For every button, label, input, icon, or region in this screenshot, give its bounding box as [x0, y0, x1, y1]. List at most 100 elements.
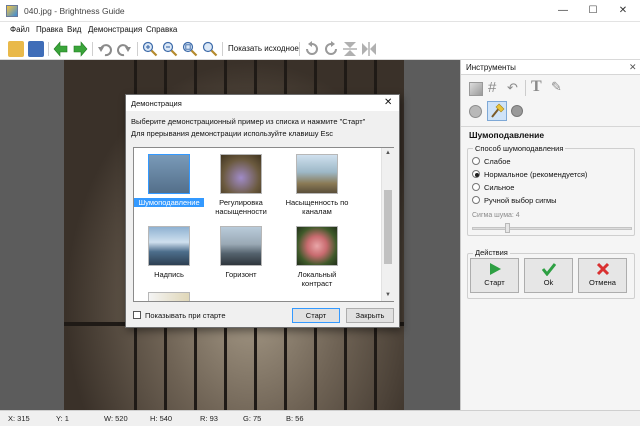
dialog-close-icon[interactable]: ✕ [384, 97, 392, 108]
status-green: G: 75 [243, 414, 262, 423]
menu-edit[interactable]: Правка [36, 25, 63, 34]
dialog-title: Демонстрация [131, 99, 182, 108]
demo-item-label: Горизонт [225, 270, 257, 279]
demo-thumbnail [220, 154, 262, 194]
sigma-label: Сигма шума: 4 [472, 212, 520, 219]
toolbar-separator [299, 42, 300, 56]
window-title: 040.jpg - Brightness Guide [24, 6, 125, 16]
sigma-slider-thumb[interactable] [505, 223, 510, 233]
radio-circle [472, 170, 480, 178]
toolbar-separator [137, 42, 138, 56]
demo-thumbnail-partial [148, 292, 190, 301]
zoom-actual-icon[interactable] [202, 41, 218, 57]
rotate-left-icon[interactable] [304, 41, 320, 57]
minimize-button[interactable]: — [548, 0, 578, 22]
menu-help[interactable]: Справка [146, 25, 177, 34]
rotate-right-icon[interactable] [323, 41, 339, 57]
dialog-close-button[interactable]: Закрыть [346, 308, 394, 323]
close-window-button[interactable]: ✕ [608, 0, 638, 22]
dialog-title-bar: Демонстрация ✕ [126, 95, 399, 111]
show-original-button[interactable]: Показать исходное [228, 44, 299, 53]
demo-thumbnail [148, 226, 190, 266]
cancel-action-button[interactable]: Отмена [578, 258, 627, 293]
effects-icon[interactable] [511, 105, 523, 117]
menu-bar: Файл Правка Вид Демонстрация Справка [0, 22, 640, 38]
panel-title: Инструменты [466, 63, 516, 72]
tool-title: Шумоподавление [469, 130, 545, 140]
wrench-icon[interactable]: ✎ [551, 79, 562, 94]
demo-thumbnail [296, 226, 338, 266]
cross-icon [596, 262, 609, 276]
crop-icon[interactable] [469, 82, 483, 96]
demo-item-caption[interactable]: Надпись [134, 226, 204, 286]
grid-icon[interactable]: # [488, 80, 496, 95]
scrollbar-thumb[interactable] [384, 190, 392, 264]
dialog-start-button[interactable]: Старт [292, 308, 340, 323]
menu-view[interactable]: Вид [67, 25, 81, 34]
demo-list-scrollbar[interactable]: ▲ ▼ [381, 148, 394, 301]
brush-icon[interactable] [469, 105, 482, 118]
radio-label: Нормальное (рекомендуется) [484, 170, 588, 179]
panel-close-icon[interactable]: ✕ [629, 62, 637, 73]
redo-icon[interactable] [116, 41, 132, 57]
scroll-up-icon[interactable]: ▲ [385, 150, 391, 156]
radio-weak[interactable]: Слабое [472, 156, 632, 167]
app-icon [6, 5, 18, 17]
demo-list[interactable]: Шумоподавление Регулировка насыщенности … [133, 147, 394, 302]
play-icon [489, 263, 501, 275]
undo-tool-icon[interactable]: ↶ [507, 80, 518, 95]
save-icon[interactable] [28, 41, 44, 57]
radio-strong[interactable]: Сильное [472, 182, 632, 193]
radio-manual-sigma[interactable]: Ручной выбор сигмы [472, 195, 632, 206]
maximize-button[interactable]: ☐ [578, 0, 608, 22]
text-tool-icon[interactable]: T [531, 78, 542, 95]
panel-header: Инструменты ✕ [461, 60, 640, 75]
radio-circle [472, 157, 480, 165]
back-arrow-icon[interactable] [53, 41, 69, 57]
tools-separator [525, 80, 526, 96]
demo-thumbnail [220, 226, 262, 266]
zoom-in-icon[interactable] [142, 41, 158, 57]
cancel-action-label: Отмена [589, 278, 616, 287]
start-action-button[interactable]: Старт [470, 258, 519, 293]
zoom-fit-icon[interactable] [182, 41, 198, 57]
sigma-slider-track[interactable] [472, 227, 632, 230]
radio-normal[interactable]: Нормальное (рекомендуется) [472, 169, 632, 180]
radio-circle [472, 196, 480, 204]
demo-thumbnail [148, 154, 190, 194]
toolbar-separator [92, 42, 93, 56]
radio-label: Слабое [484, 157, 511, 166]
forward-arrow-icon[interactable] [72, 41, 88, 57]
noise-method-label: Способ шумоподавления [473, 144, 566, 153]
menu-demo[interactable]: Демонстрация [88, 25, 142, 34]
menu-file[interactable]: Файл [10, 25, 30, 34]
status-width: W: 520 [104, 414, 128, 423]
status-bar: X: 315 Y: 1 W: 520 H: 540 R: 93 G: 75 B:… [0, 410, 640, 426]
panel-divider [461, 126, 640, 127]
dialog-instruction-2: Для прерывания демонстрации используйте … [131, 129, 334, 138]
noise-tool-icon[interactable] [487, 101, 507, 121]
show-on-start-label: Показывать при старте [145, 311, 226, 320]
dialog-instruction-1: Выберите демонстрационный пример из спис… [131, 117, 366, 126]
ok-action-button[interactable]: Ok [524, 258, 573, 293]
checkbox-box [133, 311, 141, 319]
demo-item-horizon[interactable]: Горизонт [206, 226, 276, 286]
toolbar-separator [48, 42, 49, 56]
flip-horizontal-icon[interactable] [361, 41, 377, 57]
undo-icon[interactable] [97, 41, 113, 57]
demo-item-noise[interactable]: Шумоподавление [134, 154, 204, 214]
start-action-label: Старт [484, 278, 505, 287]
tools-panel: Инструменты ✕ # ↶ T ✎ Шумоподавление Спо… [460, 60, 640, 410]
ok-action-label: Ok [543, 278, 554, 287]
radio-circle [472, 183, 480, 191]
demo-item-local-contrast[interactable]: Локальный контраст [282, 226, 352, 288]
flip-vertical-icon[interactable] [342, 41, 358, 57]
demo-item-saturation[interactable]: Регулировка насыщенности [206, 154, 276, 216]
demo-item-label: Локальный контраст [297, 270, 337, 288]
scroll-down-icon[interactable]: ▼ [385, 292, 391, 298]
open-icon[interactable] [8, 41, 24, 57]
show-on-start-checkbox[interactable]: Показывать при старте [133, 310, 243, 321]
zoom-out-icon[interactable] [162, 41, 178, 57]
demo-item-channel-saturation[interactable]: Насыщенность по каналам [282, 154, 352, 216]
status-x: X: 315 [8, 414, 30, 423]
